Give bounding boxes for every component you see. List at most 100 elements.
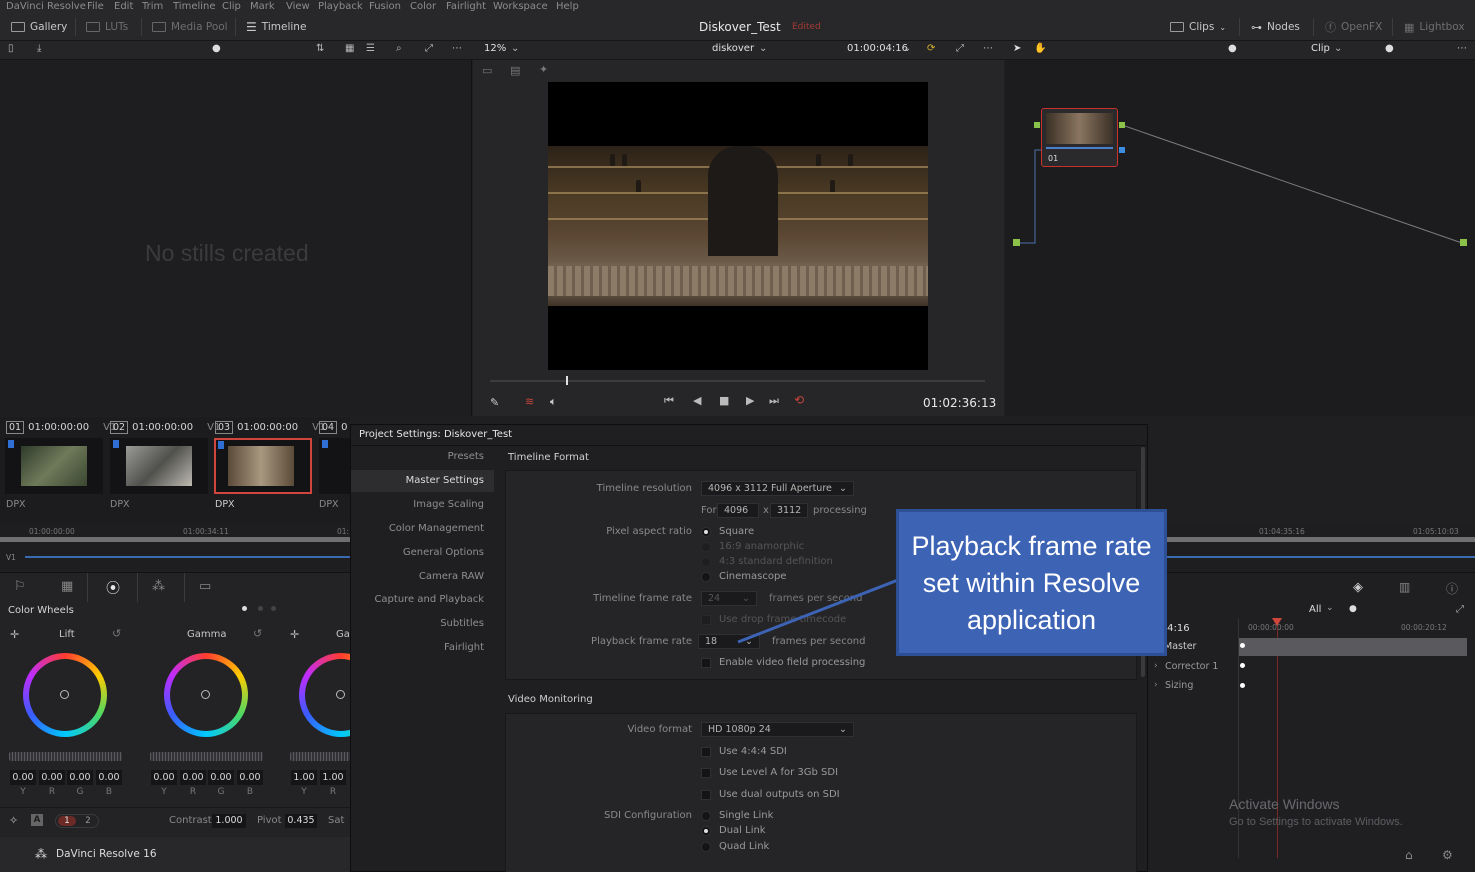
page-1-button[interactable]: 1	[58, 816, 76, 826]
nav-master-settings[interactable]: Master Settings	[351, 470, 494, 492]
more-icon[interactable]: ⋯	[452, 43, 462, 54]
chevron-down-icon[interactable]: ⌄	[1334, 43, 1342, 54]
page-dot[interactable]	[271, 606, 276, 611]
dual-link-radio[interactable]	[701, 826, 711, 836]
scopes-tab-icon[interactable]: ▥	[1399, 580, 1410, 594]
contrast-value[interactable]: 1.000	[212, 814, 246, 828]
node-01[interactable]: 01	[1041, 108, 1118, 167]
gallery-button[interactable]: Gallery	[11, 19, 67, 35]
clip-thumbnail-card[interactable]	[5, 438, 103, 494]
expand-icon[interactable]: ⤢	[425, 43, 433, 54]
mini-timeline[interactable]: 01:00:00:00 01:00:34:11 01: V1	[0, 523, 350, 569]
color-match-icon[interactable]: ▦	[61, 579, 73, 594]
picker-crosshair-icon[interactable]: ✛	[290, 628, 299, 641]
node-slider-knob[interactable]: ●	[1228, 43, 1237, 54]
menu-item-file[interactable]: File	[87, 0, 104, 13]
resolution-height-input[interactable]: 3112	[770, 503, 808, 518]
wheel-center-handle[interactable]	[336, 690, 345, 699]
right-mini-timeline[interactable]: 01:04:35:16 01:05:10:03	[1148, 523, 1475, 569]
lift-b-value[interactable]: 0.00	[96, 770, 122, 785]
sd-43-radio[interactable]	[701, 557, 711, 567]
keyframe-dot[interactable]	[1240, 683, 1245, 688]
nav-subtitles[interactable]: Subtitles	[351, 613, 494, 635]
wheel-center-handle[interactable]	[60, 690, 69, 699]
dual-outputs-checkbox[interactable]	[701, 790, 711, 800]
list-view-icon[interactable]: ☰	[366, 43, 375, 54]
keyframe-filter[interactable]: All	[1309, 604, 1321, 615]
go-to-end-icon[interactable]: ⏭︎	[769, 394, 779, 408]
resolution-width-input[interactable]: 4096	[717, 503, 759, 518]
lift-r-value[interactable]: 0.00	[39, 770, 65, 785]
gain-master-slider[interactable]	[290, 752, 350, 761]
lightbox-button[interactable]: ▦ Lightbox	[1404, 19, 1465, 35]
auto-grade-icon[interactable]: A	[31, 814, 43, 826]
clip-thumbnail-card[interactable]	[319, 438, 350, 494]
page-2-button[interactable]: 2	[79, 816, 97, 826]
nodes-button[interactable]: ⊶ Nodes	[1251, 19, 1300, 35]
wipe-icon[interactable]: ▤	[510, 64, 520, 77]
keyframe-zoom-knob[interactable]: ●	[1349, 604, 1357, 614]
video-format-select[interactable]: HD 1080p 24 ⌄	[701, 722, 854, 737]
single-link-radio[interactable]	[701, 811, 711, 821]
drop-frame-checkbox[interactable]	[701, 615, 711, 625]
page-dot-active[interactable]	[242, 606, 247, 611]
menu-item-color[interactable]: Color	[410, 0, 436, 13]
more-icon[interactable]: ⋯	[983, 43, 993, 54]
menu-item-edit[interactable]: Edit	[114, 0, 133, 13]
nav-capture-playback[interactable]: Capture and Playback	[351, 589, 494, 611]
chevron-down-icon[interactable]: ⌄	[759, 43, 767, 54]
chevron-right-icon[interactable]: ›	[1154, 661, 1158, 671]
nav-image-scaling[interactable]: Image Scaling	[351, 494, 494, 516]
chevron-right-icon[interactable]: ›	[1154, 680, 1158, 690]
timeline-button[interactable]: ☰ Timeline	[246, 19, 306, 35]
lift-wheel[interactable]	[23, 653, 107, 737]
loop-playback-icon[interactable]: ⟲	[794, 393, 804, 407]
hand-tool-icon[interactable]: ✋	[1034, 43, 1046, 54]
menu-item-app[interactable]: DaVinci Resolve	[6, 0, 86, 13]
menu-item-clip[interactable]: Clip	[222, 0, 241, 13]
eyedropper-icon[interactable]: ✎	[490, 396, 499, 409]
menu-item-mark[interactable]: Mark	[250, 0, 275, 13]
pivot-value[interactable]: 0.435	[285, 814, 317, 828]
chevron-down-icon[interactable]: ⌄	[1326, 603, 1334, 613]
gain-r-value[interactable]: 1.00	[320, 770, 346, 785]
pointer-tool-icon[interactable]: ➤	[1013, 43, 1021, 54]
motion-effects-icon[interactable]: ▭	[199, 579, 211, 594]
menu-item-trim[interactable]: Trim	[142, 0, 163, 13]
gamma-g-value[interactable]: 0.00	[208, 770, 234, 785]
media-pool-button[interactable]: Media Pool	[152, 19, 228, 35]
clip-thumbnail-card-selected[interactable]	[214, 438, 312, 494]
reset-icon[interactable]: ↺	[112, 627, 121, 640]
rgb-mixer-icon[interactable]: ⁂	[152, 579, 165, 594]
fullscreen-icon[interactable]: ⤢	[956, 43, 964, 54]
nav-camera-raw[interactable]: Camera RAW	[351, 566, 494, 588]
gamma-b-value[interactable]: 0.00	[237, 770, 263, 785]
picker-crosshair-icon[interactable]: ✛	[10, 628, 19, 641]
keyframes-tab-icon[interactable]: ◈	[1353, 580, 1363, 595]
camera-raw-icon[interactable]: ⚐	[14, 579, 26, 594]
magic-wand-icon[interactable]: ✦	[539, 63, 548, 76]
play-icon[interactable]: ▶	[746, 394, 754, 407]
gamma-wheel[interactable]	[164, 653, 248, 737]
wheel-center-handle[interactable]	[201, 690, 210, 699]
menu-item-help[interactable]: Help	[556, 0, 579, 13]
timeline-name[interactable]: diskover	[712, 43, 754, 54]
chevron-down-icon[interactable]: ⌄	[511, 43, 519, 54]
grid-view-icon[interactable]: ▦	[345, 43, 354, 54]
level-a-checkbox[interactable]	[701, 768, 711, 778]
node-input-rgb[interactable]	[1034, 122, 1040, 128]
clips-button[interactable]: Clips ⌄	[1170, 19, 1226, 35]
info-tab-icon[interactable]: ⓘ	[1446, 580, 1458, 597]
scrubber-playhead[interactable]	[566, 376, 568, 385]
menu-item-playback[interactable]: Playback	[318, 0, 363, 13]
go-to-start-icon[interactable]: ⏮︎	[664, 394, 674, 408]
lift-g-value[interactable]: 0.00	[67, 770, 93, 785]
cinemascope-radio[interactable]	[701, 572, 711, 582]
clip-thumbnail-card[interactable]	[110, 438, 208, 494]
quad-link-radio[interactable]	[701, 842, 711, 852]
audio-icon[interactable]: 🔈︎	[550, 395, 557, 409]
chevron-down-icon[interactable]: ⌄	[903, 43, 911, 54]
sdi-444-checkbox[interactable]	[701, 747, 711, 757]
scrubber-track[interactable]	[490, 380, 985, 382]
menu-item-workspace[interactable]: Workspace	[493, 0, 548, 13]
